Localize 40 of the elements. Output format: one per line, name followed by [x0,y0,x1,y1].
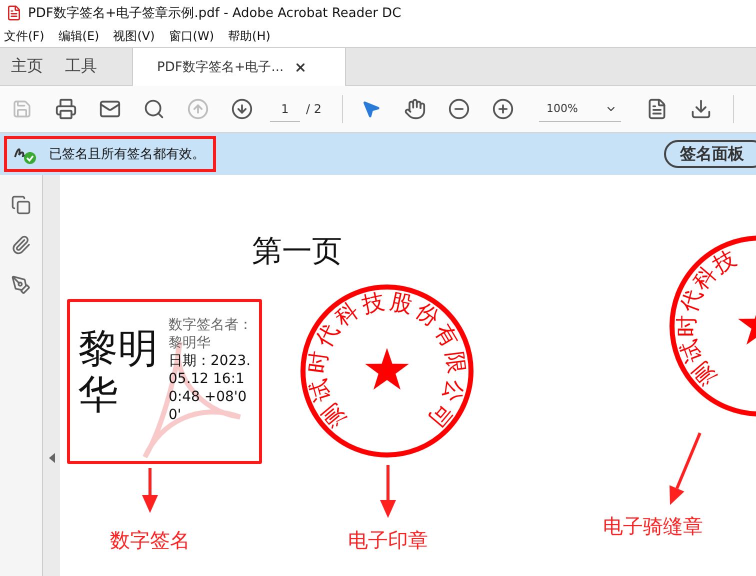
annotation-label: 电子骑缝章 [603,513,703,540]
signature-date: 日期：2023.05.12 16:10:48 +08'00' [168,352,252,424]
hand-icon [404,98,426,120]
close-icon[interactable] [294,60,307,74]
menu-item[interactable]: 窗口(W) [168,28,214,45]
annotation-label: 数字签名 [110,527,190,554]
signer-text: 数字签名者：黎明华 [168,316,254,352]
collapse-icon[interactable] [48,453,54,463]
pdf-icon [6,5,22,21]
pointer-icon [360,99,380,119]
paperclip-icon[interactable] [11,235,31,255]
menu-item[interactable]: 编辑(E) [58,28,100,45]
zoom-out-icon [448,98,470,120]
page-heading: 第一页 [252,233,342,271]
signature-panel-button[interactable]: 签名面板 [664,140,756,168]
menu-item[interactable]: 视图(V) [113,28,155,45]
arrow-down-icon [231,98,253,120]
window-title: PDF数字签名+电子签章示例.pdf - Adobe Acrobat Reader DC [28,5,402,22]
pages-icon[interactable] [11,195,31,215]
arrow-icon [670,432,702,505]
print-icon [55,98,77,120]
annotation-label: 电子印章 [348,527,428,554]
arrow-icon [380,465,396,518]
page-number-field[interactable]: 1 [270,96,300,122]
zoom-in-icon [492,98,514,120]
pen-icon[interactable] [11,275,31,295]
signer-name: 黎明华 [78,326,159,420]
nav-tab[interactable]: 工具 [54,48,108,85]
nav-tab[interactable]: 主页 [0,48,54,85]
menu-item[interactable]: 帮助(H) [228,28,270,45]
signature-message: 已签名且所有签名都有效。 [49,146,205,163]
save-icon [12,99,32,119]
menu-item[interactable]: 文件(F) [4,28,44,45]
mail-icon [99,98,121,120]
page-total: / 2 [306,102,322,116]
arrow-icon [142,468,158,513]
search-icon [143,98,165,120]
arrow-up-icon [187,98,209,120]
zoom-field[interactable]: 100% [538,96,620,122]
document-tab[interactable]: PDF数字签名+电子... [132,48,346,86]
